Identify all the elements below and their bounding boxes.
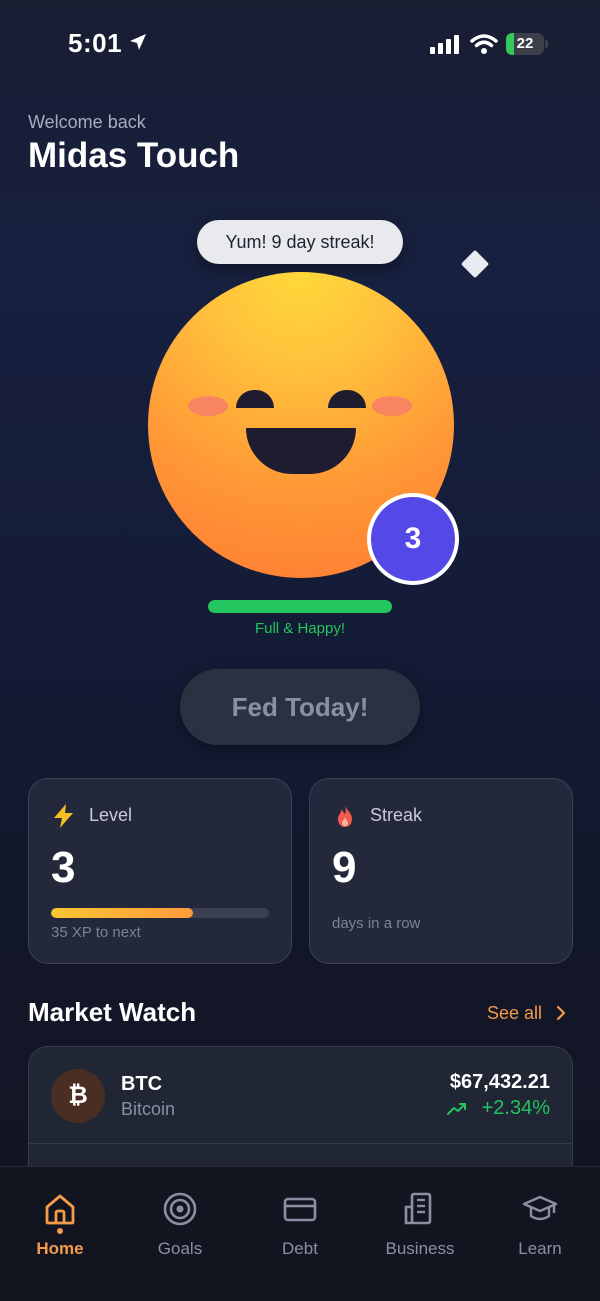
tab-learn[interactable]: Learn	[480, 1167, 600, 1277]
streak-card[interactable]: Streak 9 days in a row	[309, 778, 573, 964]
tab-label: Debt	[282, 1239, 318, 1258]
home-icon	[45, 1194, 75, 1225]
wifi-icon	[470, 34, 498, 54]
hunger-bar	[208, 600, 392, 613]
lightning-icon	[54, 804, 73, 828]
hunger-bar-fill	[208, 600, 392, 613]
sparkle-icon	[460, 249, 490, 279]
level-card[interactable]: Level 3 35 XP to next	[28, 778, 292, 964]
cellular-signal-icon	[430, 35, 459, 54]
tab-label: Goals	[157, 1239, 203, 1258]
see-all-link[interactable]: See all	[487, 1003, 542, 1024]
xp-progress-bar	[51, 908, 269, 918]
pet-blush-left	[188, 396, 228, 416]
status-bar: 5:01 22	[0, 0, 600, 90]
tab-bar: Home Goals Debt Business Learn	[0, 1166, 600, 1301]
chevron-right-icon[interactable]	[554, 1005, 568, 1021]
pet-speech-bubble: Yum! 9 day streak!	[197, 220, 403, 264]
card-icon	[283, 1197, 317, 1222]
active-tab-dot	[57, 1228, 63, 1234]
page-title: Midas Touch	[28, 136, 240, 175]
pet-blush-right	[372, 396, 412, 416]
location-arrow-icon	[130, 34, 146, 50]
coin-change: +2.34%	[481, 1097, 550, 1119]
level-value: 3	[51, 843, 76, 892]
coin-name: Bitcoin	[121, 1099, 176, 1119]
level-label: Level	[89, 805, 133, 825]
tab-home[interactable]: Home	[0, 1167, 120, 1277]
streak-sub: days in a row	[332, 915, 421, 932]
xp-to-next: 35 XP to next	[51, 924, 141, 941]
coin-price: $67,432.21	[449, 1071, 550, 1093]
row-divider	[29, 1143, 572, 1144]
xp-progress-fill	[51, 908, 193, 918]
flame-icon	[338, 805, 352, 827]
battery-indicator: 22	[506, 33, 548, 55]
tab-label: Home	[36, 1239, 84, 1258]
status-time: 5:01	[68, 28, 123, 58]
hunger-status: Full & Happy!	[254, 620, 346, 637]
tab-goals[interactable]: Goals	[120, 1167, 240, 1277]
streak-value: 9	[332, 843, 357, 892]
target-icon	[163, 1192, 197, 1226]
coin-symbol: BTC	[121, 1073, 163, 1095]
trending-up-icon	[447, 1103, 466, 1115]
tab-debt[interactable]: Debt	[240, 1167, 360, 1277]
tab-business[interactable]: Business	[360, 1167, 480, 1277]
tab-label: Learn	[518, 1239, 562, 1258]
streak-label: Streak	[370, 805, 423, 825]
bitcoin-icon: ₿	[51, 1069, 105, 1123]
welcome-text: Welcome back	[28, 112, 146, 132]
battery-level: 22	[516, 35, 534, 52]
tab-label: Business	[385, 1239, 455, 1258]
fed-today-button[interactable]: Fed Today!	[180, 669, 420, 745]
graduation-cap-icon	[522, 1195, 558, 1221]
market-watch-title: Market Watch	[28, 997, 197, 1027]
pet-level-badge: 3	[367, 493, 459, 585]
building-icon	[404, 1192, 432, 1225]
